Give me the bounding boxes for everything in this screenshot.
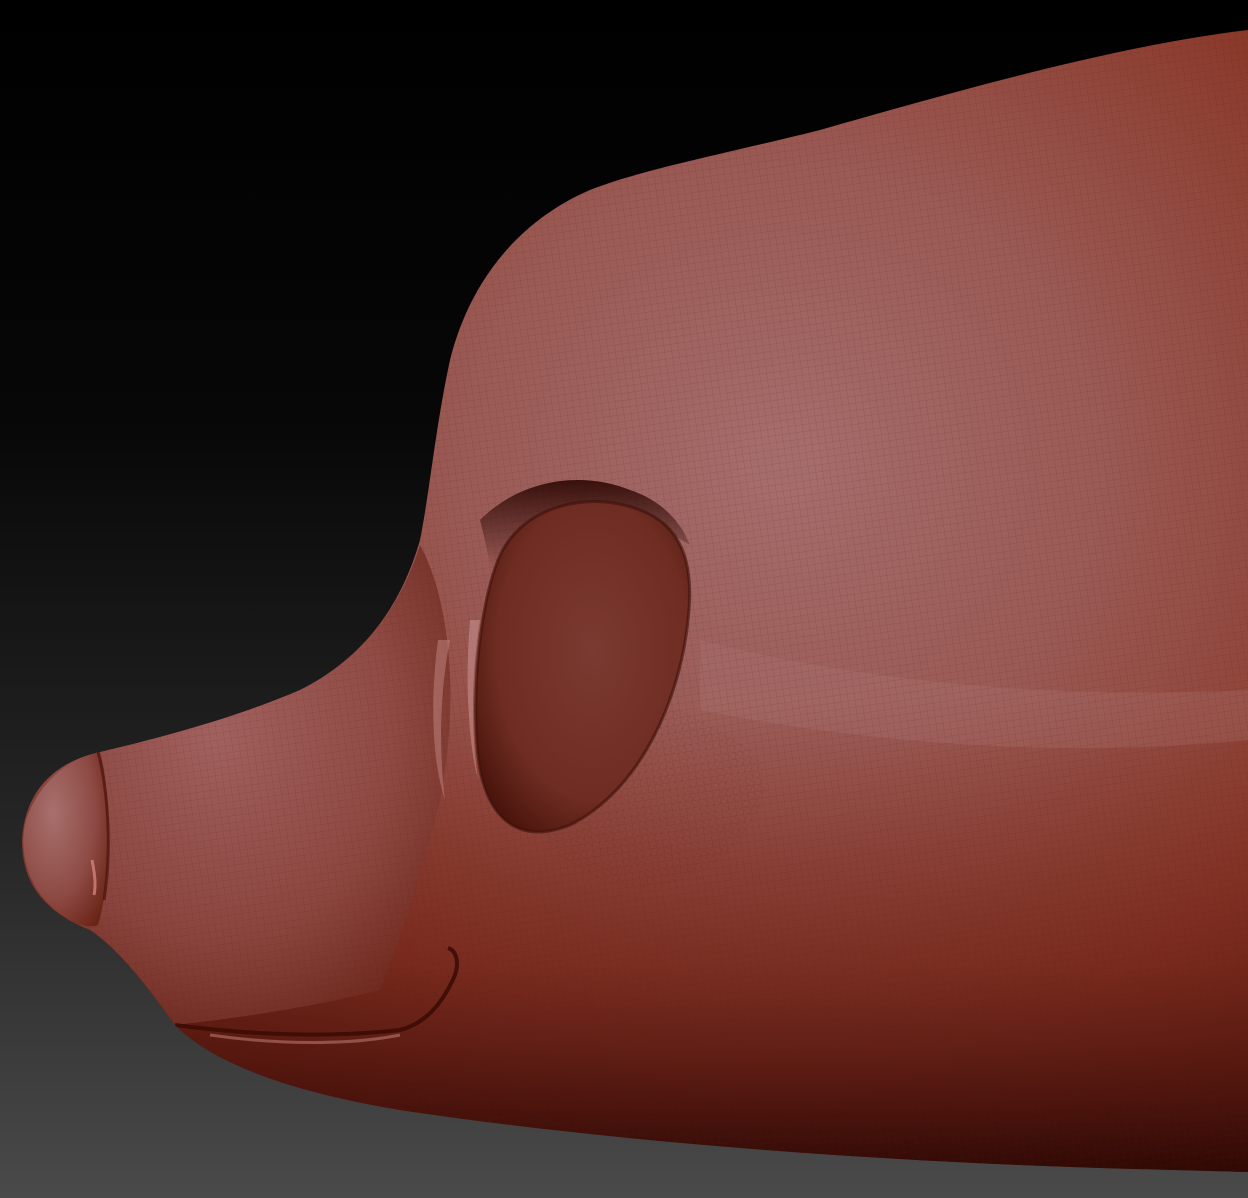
viewport-canvas[interactable] — [0, 0, 1248, 1198]
3d-viewport[interactable] — [0, 0, 1248, 1198]
